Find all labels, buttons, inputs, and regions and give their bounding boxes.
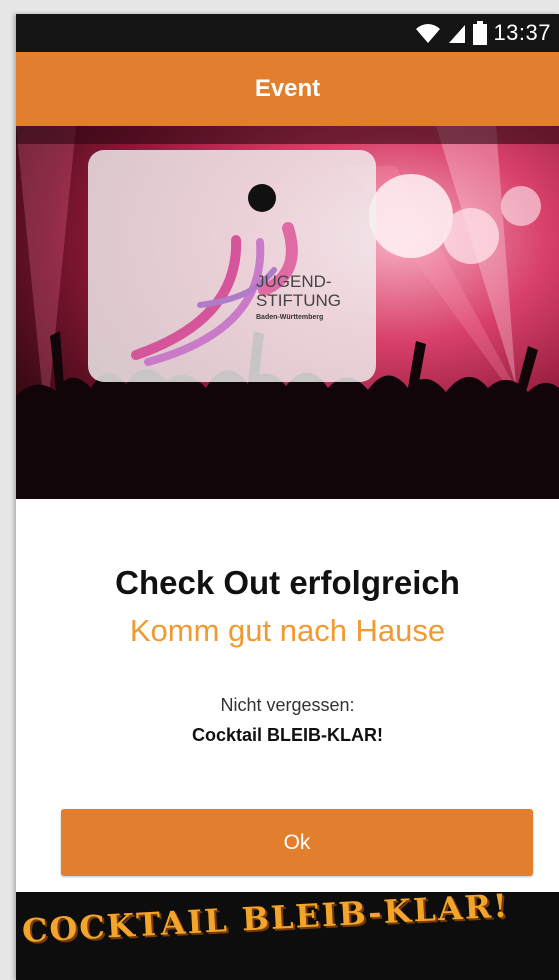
status-bar: 13:37 xyxy=(16,14,559,52)
jugendstiftung-logo-icon xyxy=(131,184,298,366)
signal-icon xyxy=(449,25,466,43)
logo-card: JUGEND- STIFTUNG Baden-Württemberg xyxy=(88,150,376,382)
logo-line-1: JUGEND- xyxy=(256,272,332,291)
reminder-label: Nicht vergessen: xyxy=(220,695,355,715)
checkout-subline: Komm gut nach Hause xyxy=(129,613,446,648)
status-time: 13:37 xyxy=(493,20,551,45)
ok-button[interactable]: Ok xyxy=(61,809,533,876)
ok-button-label: Ok xyxy=(283,830,311,854)
wifi-icon xyxy=(416,24,441,43)
app-screen: 13:37 Event JUGEND- STIFTUNG Baden-Württ… xyxy=(16,14,559,980)
nav-bar: Event xyxy=(16,52,559,126)
logo-line-2: STIFTUNG xyxy=(256,291,341,310)
checkout-headline: Check Out erfolgreich xyxy=(115,564,460,601)
battery-icon xyxy=(473,21,488,45)
promo-banner-text: COCKTAIL BLEIB-KLAR! xyxy=(21,886,511,950)
logo-wordmark: JUGEND- STIFTUNG xyxy=(256,272,341,310)
page-title: Event xyxy=(254,75,321,102)
logo-subtitle: Baden-Württemberg xyxy=(256,314,324,321)
reminder-value: Cocktail BLEIB-KLAR! xyxy=(191,725,383,745)
status-icons: 13:37 xyxy=(415,20,551,46)
hero-image: JUGEND- STIFTUNG Baden-Württemberg xyxy=(16,126,559,499)
promo-banner[interactable]: COCKTAIL BLEIB-KLAR! xyxy=(16,887,559,980)
